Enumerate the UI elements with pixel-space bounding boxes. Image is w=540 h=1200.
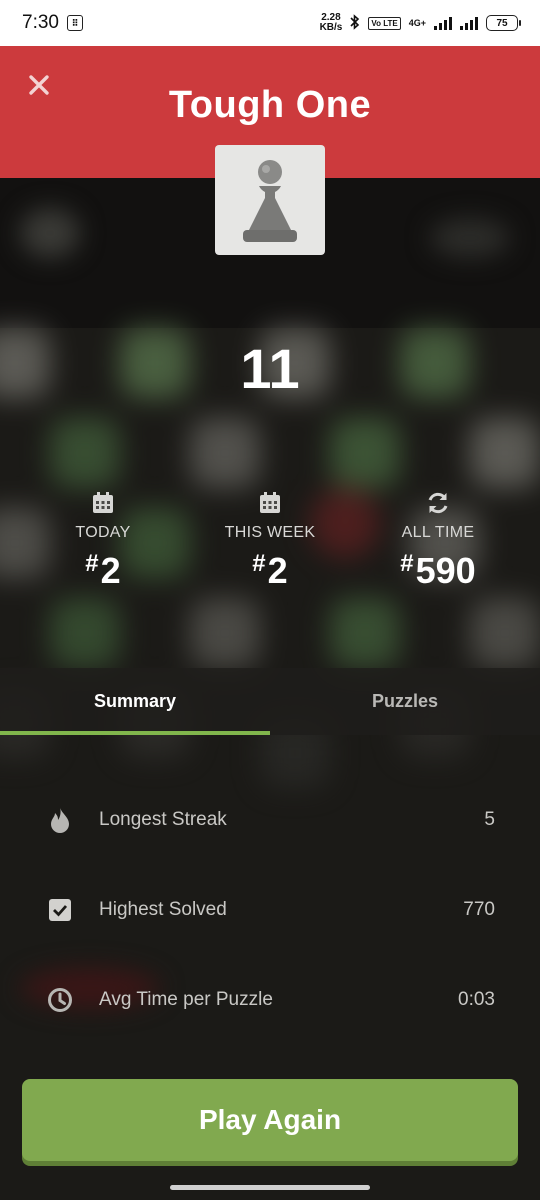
flame-icon	[46, 806, 74, 834]
longest-streak-label: Longest Streak	[99, 809, 227, 830]
highest-solved-label: Highest Solved	[99, 899, 227, 920]
volte-badge: Vo LTE	[368, 16, 401, 30]
avg-time-label: Avg Time per Puzzle	[99, 989, 273, 1010]
checkbox-icon	[46, 896, 74, 924]
rank-today-label: TODAY	[75, 524, 131, 541]
battery-icon: 75	[486, 15, 521, 31]
highest-solved-value: 770	[463, 899, 495, 920]
status-time: 7:30	[22, 12, 59, 33]
avg-time-value: 0:03	[458, 989, 495, 1010]
summary-row-highest-solved: Highest Solved 770	[0, 880, 540, 940]
rank-all-time-value: #590	[400, 550, 476, 591]
puzzle-score: 11	[240, 337, 300, 400]
tab-puzzles[interactable]: Puzzles	[270, 668, 540, 735]
longest-streak-value: 5	[484, 809, 495, 830]
signal-icon-2	[460, 16, 478, 30]
network-type: 4G+	[408, 18, 426, 28]
calendar-icon	[195, 490, 345, 516]
calendar-icon	[28, 490, 178, 516]
status-left: 7:30 ⠿	[22, 12, 83, 34]
rank-week-value: #2	[252, 550, 288, 591]
notification-icon: ⠿	[66, 15, 83, 31]
clock-icon	[46, 986, 74, 1014]
rank-week: THIS WEEK #2	[195, 490, 345, 592]
status-bar: 7:30 ⠿ 2.28 KB/s Vo LTE 4G+ 75	[0, 0, 540, 46]
home-indicator[interactable]	[170, 1185, 370, 1190]
net-speed: 2.28 KB/s	[320, 13, 343, 33]
summary-row-longest-streak: Longest Streak 5	[0, 790, 540, 850]
bluetooth-icon	[350, 13, 360, 33]
rank-all-time-label: ALL TIME	[401, 524, 475, 541]
rank-today: TODAY #2	[28, 490, 178, 592]
play-again-button[interactable]: Play Again	[22, 1079, 518, 1161]
tab-summary[interactable]: Summary	[0, 668, 270, 735]
page-title: Tough One	[168, 84, 372, 126]
summary-row-avg-time: Avg Time per Puzzle 0:03	[0, 970, 540, 1030]
rank-all-time: ALL TIME #590	[363, 490, 513, 592]
rank-today-value: #2	[85, 550, 121, 591]
signal-icon	[434, 16, 452, 30]
tab-bar: Summary Puzzles	[0, 668, 540, 735]
rank-week-label: THIS WEEK	[224, 524, 316, 541]
refresh-icon	[363, 490, 513, 516]
pawn-icon	[243, 160, 297, 242]
net-speed-unit: KB/s	[319, 22, 343, 33]
status-right: 2.28 KB/s Vo LTE 4G+ 75	[320, 13, 521, 33]
battery-level: 75	[496, 17, 508, 29]
piece-tile	[215, 145, 325, 255]
